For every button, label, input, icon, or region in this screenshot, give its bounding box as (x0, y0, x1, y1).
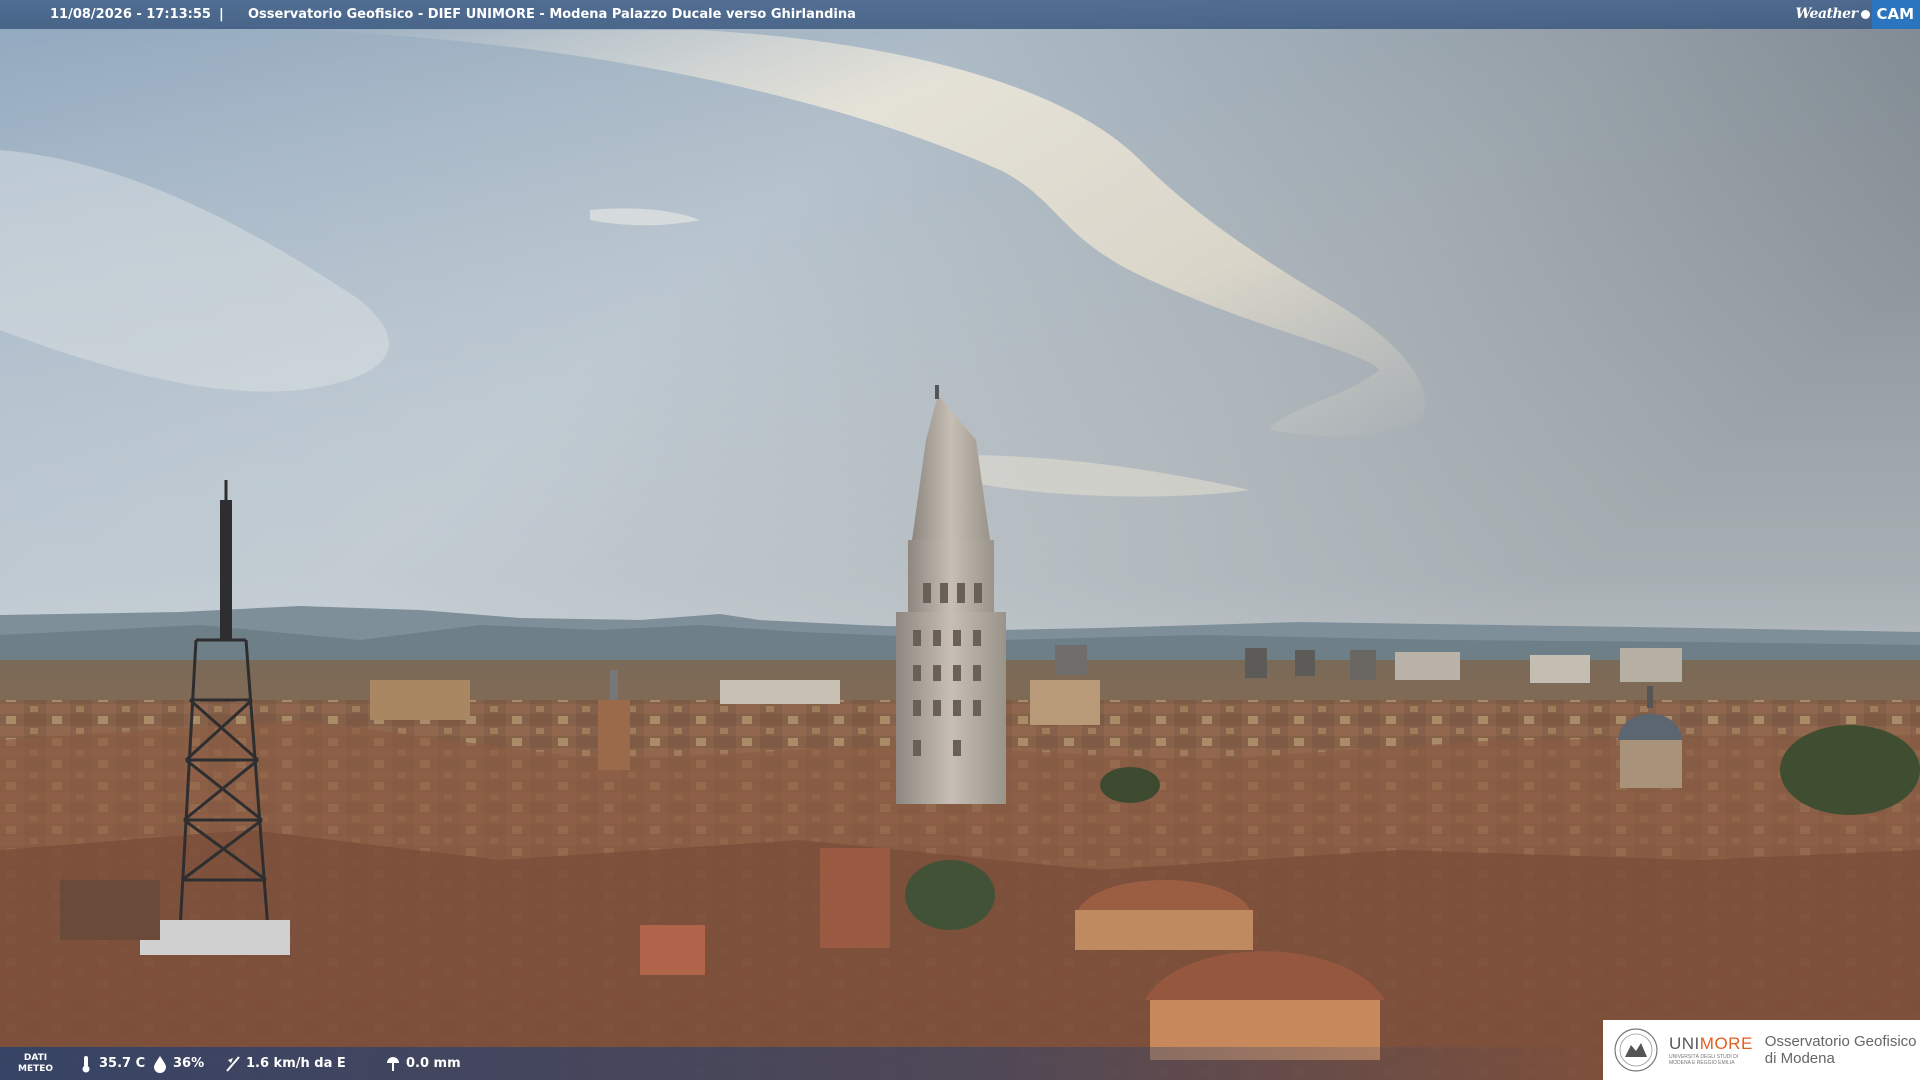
weather-data-label-line1: DATI (23, 1052, 48, 1063)
weather-data-bar: DATI METEO 35.7 C 36% 1.6 km/h da E 0.0 … (0, 1047, 1600, 1080)
unimore-subtitle-2: MODENA E REGGIO EMILIA (1669, 1060, 1735, 1066)
humidity-reading: 36% (152, 1047, 204, 1080)
weathercam-logo: Weather CAM (1795, 0, 1920, 29)
rain-reading: 0.0 mm (385, 1047, 461, 1080)
rain-gauge-icon (387, 1056, 399, 1071)
wind-vane-icon (226, 1055, 240, 1072)
weathercam-logo-weather: Weather (1795, 6, 1858, 22)
unimore-name: UNIMORE (1669, 1034, 1753, 1054)
thermometer-icon (82, 1055, 90, 1072)
weathercam-dot-icon (1861, 10, 1871, 19)
wind-value: 1.6 km/h da E (246, 1056, 346, 1071)
humidity-value: 36% (173, 1056, 205, 1071)
observatory-name-line1: Osservatorio Geofisico (1764, 1033, 1917, 1050)
unimore-logo-box: UNIMORE UNIVERSITÀ DEGLI STUDI DI MODENA… (1603, 1020, 1920, 1080)
webcam-scene (0, 0, 1920, 1080)
timestamp: 11/08/2026 - 17:13:55 (50, 7, 211, 22)
unimore-wordmark: UNIMORE UNIVERSITÀ DEGLI STUDI DI MODENA… (1669, 1034, 1753, 1066)
weather-data-label-line2: METEO (18, 1063, 54, 1074)
unimore-name-prefix: UNI (1669, 1034, 1700, 1053)
observatory-name: Osservatorio Geofisico di Modena (1765, 1033, 1917, 1067)
caption-separator: | (219, 7, 224, 22)
camera-caption-bar: 11/08/2026 - 17:13:55 | Osservatorio Geo… (0, 0, 1920, 29)
camera-title: Osservatorio Geofisico - DIEF UNIMORE - … (248, 7, 856, 22)
weathercam-logo-cam: CAM (1872, 0, 1920, 29)
unimore-name-suffix: MORE (1699, 1034, 1753, 1053)
observatory-name-line2: di Modena (1764, 1050, 1835, 1067)
weather-data-label: DATI METEO (18, 1047, 53, 1080)
temperature-reading: 35.7 C (78, 1047, 145, 1080)
rain-value: 0.0 mm (406, 1056, 461, 1071)
temperature-value: 35.7 C (99, 1056, 146, 1071)
humidity-drop-icon (154, 1055, 166, 1073)
wind-reading: 1.6 km/h da E (225, 1047, 346, 1080)
unimore-seal-icon (1614, 1028, 1658, 1072)
